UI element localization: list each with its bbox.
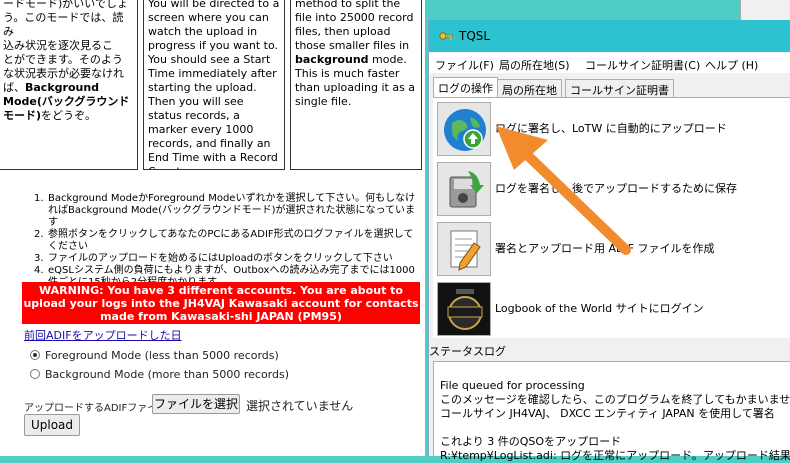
- radio-background-mode[interactable]: Background Mode (more than 5000 records): [30, 368, 289, 381]
- cell-line: をどうぞ。: [41, 109, 97, 122]
- previous-upload-link[interactable]: 前回ADIFをアップロードした日: [24, 327, 182, 343]
- status-line: R:¥temp¥LogList.adi: ログを正常にアップロード。アップロード…: [440, 449, 790, 462]
- radio-foreground-mode[interactable]: Foreground Mode (less than 5000 records): [30, 349, 279, 362]
- menu-bar: ファイル(F) 局の所在地(S) コールサイン証明書(C) ヘルプ (H): [429, 53, 790, 73]
- action-label: Logbook of the World サイトにログイン: [495, 302, 704, 315]
- table-cell-foreground: You will be directed to a screen where y…: [143, 0, 285, 170]
- tab-callsign-certificates[interactable]: コールサイン証明書: [565, 79, 674, 97]
- list-item: 2. 参照ボタンをクリックしてあなたのPCにあるADIF形式のログファイルを選択し…: [34, 229, 414, 252]
- menu-help[interactable]: ヘルプ (H): [705, 57, 758, 73]
- status-log-label: ステータスログ: [429, 345, 506, 358]
- tab-log-operations[interactable]: ログの操作: [433, 77, 498, 98]
- upload-mode-table: ードモード)がいいでしょ う。このモードでは、読み 込み状況を逐次見るこ とがで…: [0, 0, 425, 180]
- cell-line: な状況表示が必要なけれ: [3, 67, 124, 80]
- window-title: TQSL: [459, 29, 491, 43]
- save-log-icon[interactable]: [437, 162, 491, 216]
- action-sign-upload[interactable]: ログに署名し、LoTW に自動的にアップロード: [437, 102, 787, 158]
- key-icon: [439, 32, 453, 40]
- menu-station[interactable]: 局の所在地(S): [499, 57, 570, 73]
- status-line: File queued for processing: [440, 379, 585, 392]
- upload-button[interactable]: Upload: [24, 414, 80, 436]
- radio-selected-icon[interactable]: [30, 350, 40, 360]
- action-label: 署名とアップロード用 ADIF ファイルを作成: [495, 242, 715, 255]
- table-cell-japanese: ードモード)がいいでしょ う。このモードでは、読み 込み状況を逐次見るこ とがで…: [0, 0, 138, 170]
- list-item: 1. Background ModeかForeground Modeいずれかを選択…: [34, 193, 416, 228]
- table-cell-background: method to split the file into 25000 reco…: [290, 0, 422, 170]
- cell-line: ードモード)がいいでしょ: [3, 0, 128, 10]
- tab-station-location[interactable]: 局の所在地: [497, 79, 562, 97]
- action-lotw-login[interactable]: Logbook of the World サイトにログイン: [437, 282, 787, 338]
- radio-label: Background Mode (more than 5000 records): [45, 368, 290, 381]
- instruction-steps: 1. Background ModeかForeground Modeいずれかを選択…: [34, 193, 420, 289]
- tab-bar: ログの操作 局の所在地 コールサイン証明書: [429, 77, 790, 98]
- log-operations-panel: ログに署名し、LoTW に自動的にアップロード ログを署名し、後でアップロードす…: [433, 97, 790, 338]
- background-bold: background: [295, 53, 369, 66]
- action-label: ログに署名し、LoTW に自動的にアップロード: [495, 122, 727, 135]
- choose-file-button[interactable]: ファイルを選択: [152, 394, 240, 414]
- menu-file[interactable]: ファイル(F): [435, 57, 494, 73]
- title-bar[interactable]: TQSL: [429, 20, 790, 52]
- action-sign-save[interactable]: ログを署名し、後でアップロードするために保存: [437, 162, 787, 218]
- warning-banner: WARNING: You have 3 different accounts. …: [22, 282, 420, 324]
- action-label: ログを署名し、後でアップロードするために保存: [495, 182, 737, 195]
- cell-line: ば、: [3, 81, 25, 94]
- cell-line: とができます。そのよう: [3, 53, 123, 66]
- status-line: これより 3 件のQSOをアップロード: [440, 435, 622, 448]
- action-create-adif[interactable]: 署名とアップロード用 ADIF ファイルを作成: [437, 222, 787, 278]
- cell-line: う。このモードでは、読み: [3, 11, 124, 38]
- status-line: [440, 421, 784, 435]
- tqsl-window: TQSL ファイル(F) 局の所在地(S) コールサイン証明書(C) ヘルプ (…: [428, 20, 790, 462]
- radio-label: Foreground Mode (less than 5000 records): [45, 349, 279, 362]
- status-line: コールサイン JH4VAJ、 DXCC エンティティ JAPAN を使用して署名: [440, 407, 775, 420]
- list-item: 3. ファイルのアップロードを始めるにはUploadのボタンをクリックして下さい: [34, 253, 393, 264]
- radio-unselected-icon[interactable]: [30, 369, 40, 379]
- file-label: アップロードするADIFファイル:: [24, 403, 171, 414]
- status-line: このメッセージを確認したら、このプログラムを終了してもかまいません。: [440, 393, 790, 406]
- logbook-logo-icon[interactable]: [437, 282, 491, 336]
- cell-line: 込み状況を逐次見るこ: [3, 39, 113, 52]
- background-window-edge: [740, 0, 790, 20]
- menu-certificate[interactable]: コールサイン証明書(C): [585, 57, 700, 73]
- foreground-description: You will be directed to a screen where y…: [148, 0, 280, 169]
- eqsl-upload-page: ードモード)がいいでしょ う。このモードでは、読み 込み状況を逐次見るこ とがで…: [0, 0, 425, 456]
- no-file-text: 選択されていません: [246, 399, 354, 413]
- globe-upload-icon[interactable]: [437, 102, 491, 156]
- cell-text: method to split the file into 25000 reco…: [295, 0, 414, 52]
- status-log[interactable]: File queued for processing このメッセージを確認したら…: [433, 361, 790, 462]
- edit-document-icon[interactable]: [437, 222, 491, 276]
